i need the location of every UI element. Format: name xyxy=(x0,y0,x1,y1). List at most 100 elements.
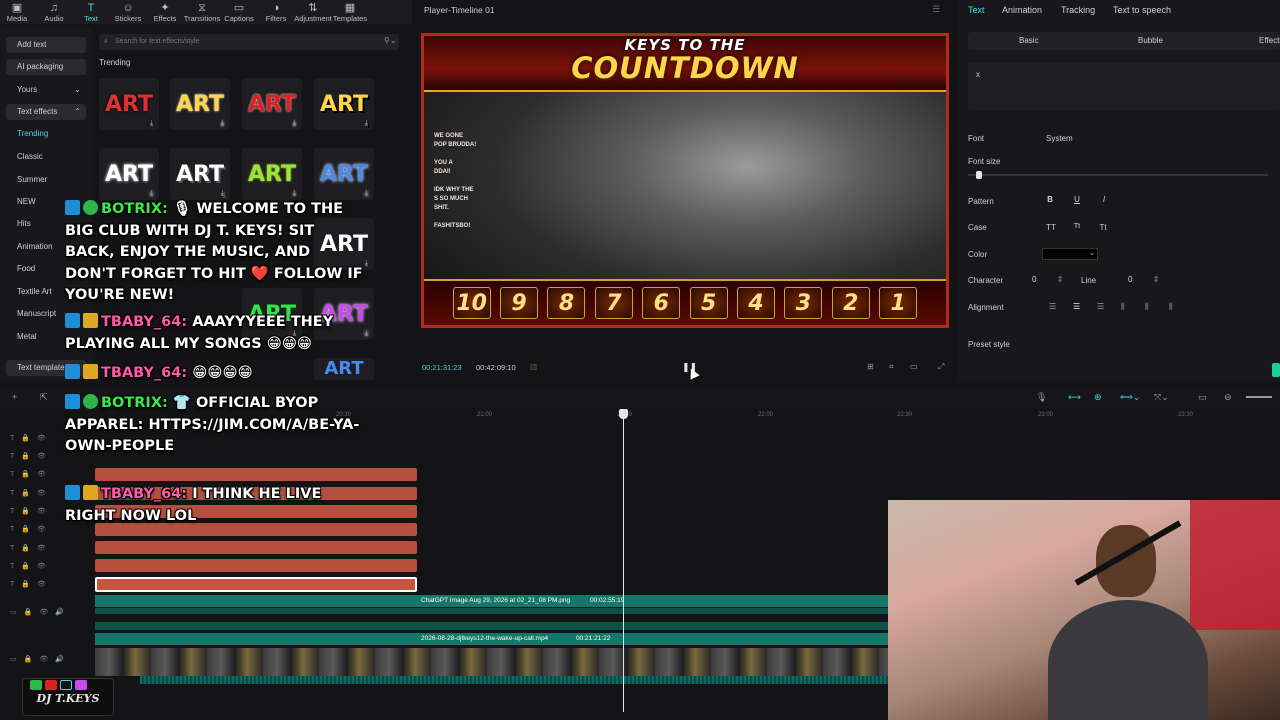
effect-tile[interactable]: ART ⤓ xyxy=(242,78,302,130)
fullscreen-icon[interactable]: ⤢ xyxy=(938,362,944,372)
download-icon[interactable]: ⤓ xyxy=(365,189,368,198)
track-controls[interactable]: T🔒👁 xyxy=(10,452,53,460)
tab-tracking[interactable]: Tracking xyxy=(1061,5,1095,15)
download-icon[interactable]: ⤓ xyxy=(365,119,368,128)
effect-tile[interactable]: ART ⤓ xyxy=(314,78,374,130)
chevron-down-icon[interactable]: ⌄ xyxy=(74,85,81,94)
nav-yours[interactable]: Yours xyxy=(17,85,37,94)
download-icon[interactable]: ⤓ xyxy=(221,189,224,198)
select-tool-icon[interactable]: ⇱ xyxy=(40,392,48,403)
nav-text-template[interactable]: Text template xyxy=(17,363,65,372)
tool-templates[interactable]: ▦ Templates xyxy=(333,2,367,23)
download-icon[interactable]: ⤓ xyxy=(150,119,153,128)
tool-text[interactable]: T Text xyxy=(74,2,108,23)
mic-icon[interactable]: 🎙 xyxy=(1036,392,1047,403)
audio-clip[interactable] xyxy=(95,622,889,630)
effect-tile[interactable]: ART ⤓ xyxy=(99,148,159,200)
magnet-icon[interactable]: ⊛ xyxy=(1094,392,1102,403)
nav-textile-art[interactable]: Textile Art xyxy=(17,287,52,296)
ratio-icon[interactable]: ▭ xyxy=(910,362,918,371)
waveform-icon[interactable]: ▥ xyxy=(530,362,538,371)
crop-icon[interactable]: ⌗ xyxy=(889,362,894,372)
menu-icon[interactable]: ☰ xyxy=(932,4,940,15)
track-controls[interactable]: T🔒👁 xyxy=(10,434,53,442)
effect-tile[interactable]: ART ⤓ xyxy=(99,78,159,130)
text-clip[interactable] xyxy=(95,559,417,572)
nav-text-effects[interactable]: Text effects xyxy=(17,107,57,116)
download-icon[interactable]: ⤓ xyxy=(365,329,368,338)
tab-animation[interactable]: Animation xyxy=(1002,5,1042,15)
titlecase-button[interactable]: Tt xyxy=(1096,223,1110,235)
subtab-effects[interactable]: Effects xyxy=(1259,36,1280,45)
italic-button[interactable]: I xyxy=(1097,195,1111,207)
stepper-icon[interactable]: ⇕ xyxy=(1057,275,1064,284)
search-input[interactable]: ⌕ Search for text effects/style xyxy=(99,34,399,50)
nav-animation[interactable]: Animation xyxy=(17,242,53,251)
tool-adjustment[interactable]: ⇅ Adjustment xyxy=(294,2,332,23)
chevron-down-icon[interactable]: ⌄ xyxy=(1089,249,1095,257)
align-left-icon[interactable]: ☰ xyxy=(1049,302,1056,311)
track-controls[interactable]: T🔒👁 xyxy=(10,470,53,478)
nav-summer[interactable]: Summer xyxy=(17,175,47,184)
fullres-icon[interactable]: ⊞ xyxy=(867,362,874,371)
text-content-field[interactable]: x xyxy=(968,62,1280,110)
track-controls[interactable]: ▭🔒👁🔊 xyxy=(10,655,71,663)
tool-audio[interactable]: ♫ Audio xyxy=(37,2,71,23)
download-icon[interactable]: ⤓ xyxy=(221,119,224,128)
download-icon[interactable]: ⤓ xyxy=(150,189,153,198)
chevron-up-icon[interactable]: ⌃ xyxy=(74,107,81,116)
line-stepper[interactable]: 0 ⇕ xyxy=(1128,275,1162,287)
text-clip-selected[interactable] xyxy=(95,577,417,592)
align-bottom-icon[interactable]: ⫼ xyxy=(1169,302,1173,312)
track-controls[interactable]: ▭🔒👁🔊 xyxy=(10,608,71,616)
track-controls[interactable]: T🔒👁 xyxy=(10,525,53,533)
align-top-icon[interactable]: ⫼ xyxy=(1121,302,1125,312)
stepper-icon[interactable]: ⇕ xyxy=(1153,275,1160,284)
align-right-icon[interactable]: ☰ xyxy=(1097,302,1104,311)
tool-transitions[interactable]: ⧖ Transitions xyxy=(184,2,220,23)
effect-tile[interactable]: ART ⤓ xyxy=(314,148,374,200)
tool-effects[interactable]: ✦ Effects xyxy=(148,2,182,23)
tool-filters[interactable]: ◑ Filters xyxy=(259,2,293,23)
download-icon[interactable]: ⤓ xyxy=(365,259,368,268)
slider-knob[interactable] xyxy=(976,171,982,179)
effect-tile[interactable]: ART ⤓ xyxy=(170,148,230,200)
font-size-slider[interactable] xyxy=(968,174,1268,176)
nav-trending[interactable]: Trending xyxy=(17,129,48,138)
playhead-handle[interactable] xyxy=(619,409,628,419)
nav-classic[interactable]: Classic xyxy=(17,152,43,161)
nav-ai-packaging[interactable]: AI packaging xyxy=(17,62,63,71)
download-icon[interactable]: ⤓ xyxy=(293,189,296,198)
nav-add-text[interactable]: Add text xyxy=(17,40,46,49)
snap-icon[interactable]: ⟺⌄ xyxy=(1120,392,1140,403)
download-icon[interactable]: ⤓ xyxy=(293,119,296,128)
nav-new[interactable]: NEW xyxy=(17,197,36,206)
nav-manuscript[interactable]: Manuscript xyxy=(17,309,56,318)
uppercase-button[interactable]: TT xyxy=(1044,223,1058,235)
zoom-out-icon[interactable]: ⊖ xyxy=(1224,392,1232,403)
text-clip[interactable] xyxy=(95,541,417,554)
link-icon[interactable]: ⟷ xyxy=(1068,392,1081,403)
video-thumbnails[interactable] xyxy=(95,648,889,676)
nav-hits[interactable]: Hits xyxy=(17,219,31,228)
preview-axis-icon[interactable]: ▭ xyxy=(1198,392,1207,403)
lowercase-button[interactable]: Tt xyxy=(1070,223,1084,235)
track-controls[interactable]: T🔒👁 xyxy=(10,507,53,515)
align-middle-icon[interactable]: ⫼ xyxy=(1145,302,1149,312)
subtab-basic[interactable]: Basic xyxy=(1019,36,1039,45)
underline-button[interactable]: U xyxy=(1070,195,1084,207)
effect-tile[interactable]: ART ⤓ xyxy=(170,78,230,130)
track-controls[interactable]: T🔒👁 xyxy=(10,489,53,497)
zoom-slider[interactable] xyxy=(1246,396,1272,398)
save-preset-button[interactable] xyxy=(1272,363,1280,377)
tool-captions[interactable]: ▭ Captions xyxy=(222,2,256,23)
character-stepper[interactable]: 0 ⇕ xyxy=(1032,275,1066,287)
align-center-icon[interactable]: ☰ xyxy=(1073,302,1080,311)
bold-button[interactable]: B xyxy=(1043,195,1057,207)
track-controls[interactable]: T🔒👁 xyxy=(10,562,53,570)
track-controls[interactable]: T🔒👁 xyxy=(10,580,53,588)
playhead[interactable] xyxy=(623,412,624,712)
tool-media[interactable]: ▣ Media xyxy=(0,2,34,23)
add-track-icon[interactable]: + xyxy=(12,392,17,402)
split-icon[interactable]: ⤧⌄ xyxy=(1154,392,1169,403)
